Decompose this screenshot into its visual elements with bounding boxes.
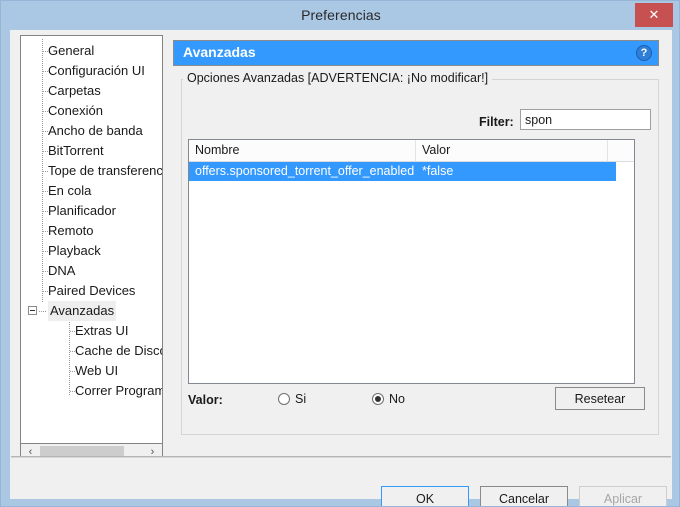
sidebar-item-carpetas[interactable]: Carpetas bbox=[21, 81, 162, 101]
window-title: Preferencias bbox=[301, 7, 381, 23]
sidebar-item-extras-ui[interactable]: Extras UI bbox=[21, 321, 162, 341]
reset-button[interactable]: Resetear bbox=[555, 387, 645, 410]
dialog-body: General Configuración UI Carpetas Conexi… bbox=[10, 30, 672, 506]
sidebar-item-cache-de-disco[interactable]: Cache de Disco bbox=[21, 341, 162, 361]
cancel-button[interactable]: Cancelar bbox=[480, 486, 568, 506]
sidebar-item-playback[interactable]: Playback bbox=[21, 241, 162, 261]
sidebar-item-general[interactable]: General bbox=[21, 41, 162, 61]
sidebar-item-label: Web UI bbox=[75, 363, 119, 378]
settings-tree-inner: General Configuración UI Carpetas Conexi… bbox=[21, 36, 162, 401]
sidebar-item-planificador[interactable]: Planificador bbox=[21, 201, 162, 221]
list-header-row: Nombre Valor bbox=[189, 140, 634, 162]
sidebar-item-label: Correr Programa bbox=[75, 383, 163, 398]
tree-connector-icon bbox=[39, 311, 47, 312]
cell-option-name: offers.sponsored_torrent_offer_enabled bbox=[195, 164, 415, 178]
sidebar-item-label: Configuración UI bbox=[48, 63, 145, 78]
sidebar-item-label: Extras UI bbox=[75, 323, 129, 338]
group-legend: Opciones Avanzadas [ADVERTENCIA: ¡No mod… bbox=[183, 71, 493, 85]
sidebar-item-label: Avanzadas bbox=[48, 301, 117, 321]
column-header-extra[interactable] bbox=[608, 140, 634, 161]
sidebar-item-label: General bbox=[48, 43, 95, 58]
sidebar-item-configuracion-ui[interactable]: Configuración UI bbox=[21, 61, 162, 81]
close-icon[interactable]: ✕ bbox=[635, 3, 673, 27]
radio-circle-icon bbox=[372, 393, 384, 405]
sidebar-item-web-ui[interactable]: Web UI bbox=[21, 361, 162, 381]
sidebar-item-remoto[interactable]: Remoto bbox=[21, 221, 162, 241]
settings-tree[interactable]: General Configuración UI Carpetas Conexi… bbox=[20, 35, 163, 444]
sidebar-item-label: Conexión bbox=[48, 103, 103, 118]
sidebar-item-conexion[interactable]: Conexión bbox=[21, 101, 162, 121]
sidebar-item-dna[interactable]: DNA bbox=[21, 261, 162, 281]
sidebar-item-label: Paired Devices bbox=[48, 283, 136, 298]
value-label: Valor: bbox=[188, 393, 223, 407]
cell-option-value: *false bbox=[422, 164, 454, 178]
sidebar-item-bittorrent[interactable]: BitTorrent bbox=[21, 141, 162, 161]
sidebar-item-ancho-de-banda[interactable]: Ancho de banda bbox=[21, 121, 162, 141]
advanced-options-list[interactable]: Nombre Valor offers.sponsored_torrent_of… bbox=[188, 139, 635, 384]
sidebar-item-label: Tope de transferenc bbox=[48, 163, 163, 178]
sidebar-item-label: Remoto bbox=[48, 223, 94, 238]
radio-option-si-label: Si bbox=[295, 392, 307, 406]
apply-button: Aplicar bbox=[579, 486, 667, 506]
sidebar-item-label: Playback bbox=[48, 243, 101, 258]
radio-option-no-label: No bbox=[389, 392, 405, 406]
sidebar-item-avanzadas[interactable]: Avanzadas bbox=[21, 301, 162, 321]
sidebar-item-correr-programa[interactable]: Correr Programa bbox=[21, 381, 162, 401]
column-header-nombre[interactable]: Nombre bbox=[189, 140, 416, 161]
radio-circle-icon bbox=[278, 393, 290, 405]
radio-option-si[interactable]: Si bbox=[278, 392, 306, 406]
radio-option-no[interactable]: No bbox=[372, 392, 405, 406]
sidebar-item-label: En cola bbox=[48, 183, 92, 198]
filter-input[interactable] bbox=[520, 109, 651, 130]
sidebar-item-label: Carpetas bbox=[48, 83, 101, 98]
sidebar-item-label: Planificador bbox=[48, 203, 116, 218]
section-header: Avanzadas ? bbox=[173, 40, 659, 66]
preferences-dialog: Preferencias ✕ General Configuración UI … bbox=[0, 0, 680, 507]
sidebar-item-label: Cache de Disco bbox=[75, 343, 163, 358]
dialog-footer: OK Cancelar Aplicar bbox=[10, 458, 672, 506]
collapse-minus-icon[interactable] bbox=[28, 306, 37, 315]
sidebar-item-en-cola[interactable]: En cola bbox=[21, 181, 162, 201]
table-row[interactable]: offers.sponsored_torrent_offer_enabled *… bbox=[189, 162, 634, 181]
page-title: Avanzadas bbox=[183, 44, 256, 60]
ok-button[interactable]: OK bbox=[381, 486, 469, 506]
filter-label: Filter: bbox=[479, 115, 514, 129]
settings-pane: Avanzadas ? Opciones Avanzadas [ADVERTEN… bbox=[173, 35, 662, 444]
column-header-valor[interactable]: Valor bbox=[416, 140, 608, 161]
sidebar-item-paired-devices[interactable]: Paired Devices bbox=[21, 281, 162, 301]
sidebar-item-label: DNA bbox=[48, 263, 76, 278]
help-icon[interactable]: ? bbox=[636, 45, 652, 61]
sidebar-item-label: Ancho de banda bbox=[48, 123, 143, 138]
titlebar: Preferencias ✕ bbox=[1, 1, 679, 30]
sidebar-item-label: BitTorrent bbox=[48, 143, 104, 158]
sidebar-item-tope-de-transferencia[interactable]: Tope de transferenc bbox=[21, 161, 162, 181]
